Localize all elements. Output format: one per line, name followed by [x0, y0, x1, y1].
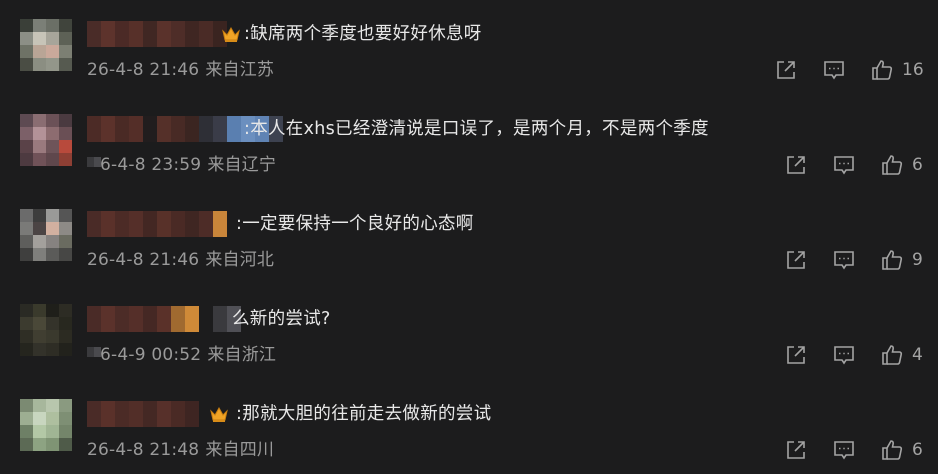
share-icon[interactable] [784, 438, 808, 462]
comment-text: :本人在xhs已经澄清说是口误了，是两个月，不是两个季度 [244, 119, 709, 139]
comment-date: 26-4-8 21:46 [87, 250, 200, 270]
like-count: 6 [912, 440, 923, 460]
crown-icon [220, 23, 242, 45]
avatar[interactable] [20, 399, 72, 451]
comment-icon[interactable] [832, 343, 856, 367]
comment-item: :本人在xhs已经澄清说是口误了，是两个月，不是两个季度 6-4-8 23:59… [0, 95, 938, 189]
comment-text: :一定要保持一个良好的心态啊 [236, 214, 474, 234]
comment-meta: 6-4-8 23:59 来自辽宁 [100, 153, 276, 177]
avatar[interactable] [20, 114, 72, 166]
comment-text: :缺席两个季度也要好好休息呀 [244, 24, 482, 44]
avatar[interactable] [20, 304, 72, 356]
thumbs-up-icon[interactable] [880, 248, 904, 272]
like-count: 4 [912, 345, 923, 365]
comment-location: 来自辽宁 [207, 155, 277, 175]
comment-meta: 26-4-8 21:46 来自江苏 [87, 58, 274, 82]
comment-meta: 26-4-8 21:48 来自四川 [87, 438, 274, 462]
comment-date: 6-4-9 00:52 [100, 345, 202, 365]
avatar[interactable] [20, 209, 72, 261]
comment-item: :缺席两个季度也要好好休息呀 26-4-8 21:46 来自江苏 16 [0, 0, 938, 94]
comment-location: 来自河北 [205, 250, 275, 270]
comment-meta: 26-4-8 21:46 来自河北 [87, 248, 274, 272]
like-count: 16 [902, 60, 924, 80]
share-icon[interactable] [784, 153, 808, 177]
share-icon[interactable] [784, 343, 808, 367]
like-count: 6 [912, 155, 923, 175]
comment-item: 么新的尝试? 6-4-9 00:52 来自浙江 4 [0, 285, 938, 379]
comment-icon[interactable] [822, 58, 846, 82]
avatar[interactable] [20, 19, 72, 71]
comment-item: :那就大胆的往前走去做新的尝试 26-4-8 21:48 来自四川 6 [0, 380, 938, 474]
share-icon[interactable] [774, 58, 798, 82]
comment-icon[interactable] [832, 248, 856, 272]
like-count: 9 [912, 250, 923, 270]
comment-text: :那就大胆的往前走去做新的尝试 [236, 404, 492, 424]
username[interactable] [87, 211, 227, 237]
username[interactable] [87, 401, 199, 427]
comment-location: 来自江苏 [205, 60, 275, 80]
username[interactable] [87, 306, 241, 332]
thumbs-up-icon[interactable] [880, 438, 904, 462]
comment-date: 6-4-8 23:59 [100, 155, 202, 175]
comment-date: 26-4-8 21:48 [87, 440, 200, 460]
comment-icon[interactable] [832, 438, 856, 462]
crown-icon [208, 403, 230, 425]
comment-item: :一定要保持一个良好的心态啊 26-4-8 21:46 来自河北 9 [0, 190, 938, 284]
comment-meta: 6-4-9 00:52 来自浙江 [100, 343, 276, 367]
comment-date: 26-4-8 21:46 [87, 60, 200, 80]
username[interactable] [87, 21, 227, 47]
share-icon[interactable] [784, 248, 808, 272]
comment-icon[interactable] [832, 153, 856, 177]
thumbs-up-icon[interactable] [880, 153, 904, 177]
comment-location: 来自浙江 [207, 345, 277, 365]
thumbs-up-icon[interactable] [870, 58, 894, 82]
comment-location: 来自四川 [205, 440, 275, 460]
comment-text: 么新的尝试? [232, 309, 331, 329]
thumbs-up-icon[interactable] [880, 343, 904, 367]
username-fragment [87, 347, 101, 357]
username-fragment [87, 157, 101, 167]
